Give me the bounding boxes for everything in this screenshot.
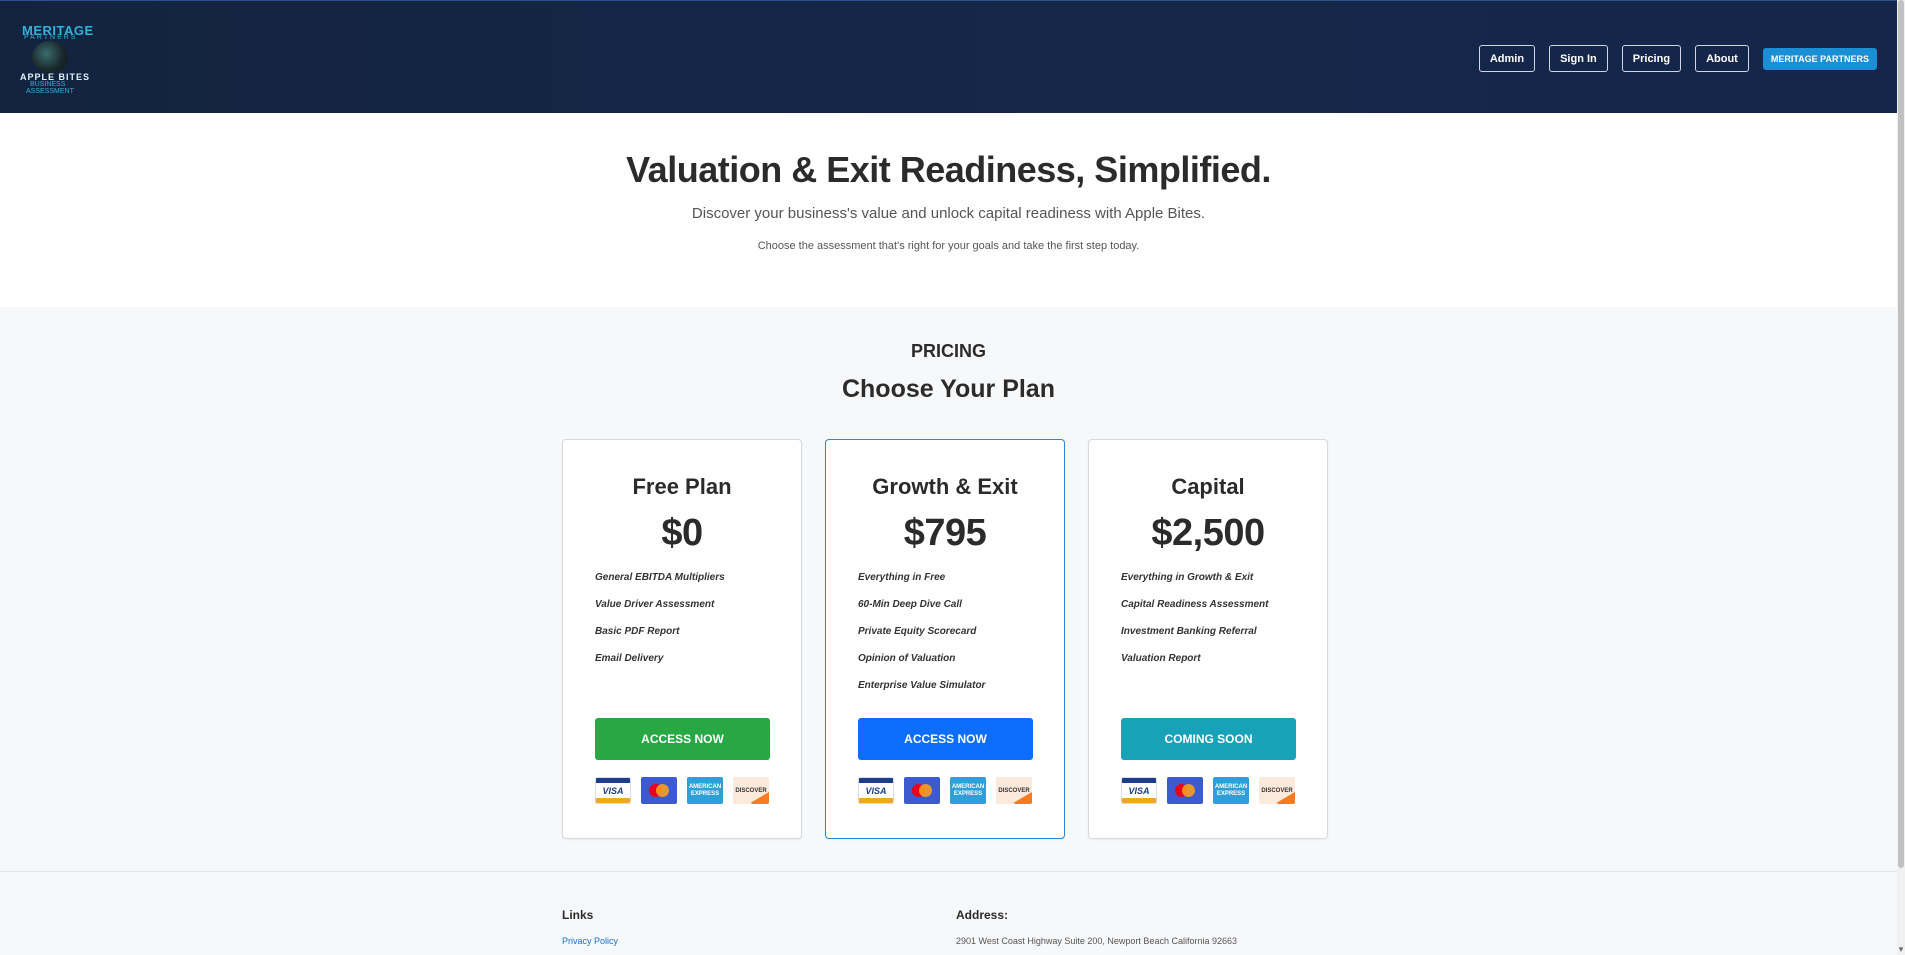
plan-features: Everything in Free 60-Min Deep Dive Call… [826,571,1064,706]
discover-icon: DISCOVER [1259,777,1295,804]
pricing-eyebrow: PRICING [910,341,986,361]
feature-item: Value Driver Assessment [595,599,715,610]
feature-item: Opinion of Valuation [858,653,956,664]
feature-item: Everything in Free [858,572,946,583]
mastercard-icon [641,777,677,804]
nav-pricing-button[interactable]: Pricing [1621,45,1682,72]
coming-soon-button-capital[interactable]: COMING SOON [1121,718,1296,760]
mastercard-icon [1167,777,1203,804]
amex-icon: AMERICAN EXPRESS [687,777,723,804]
plan-price: $795 [903,512,987,554]
feature-item: Valuation Report [1121,653,1201,664]
globe-icon [32,41,68,73]
meritage-partners-button[interactable]: MERITAGE PARTNERS [1762,47,1877,70]
nav-about-button[interactable]: About [1695,45,1749,72]
plan-name: Capital [1171,474,1245,499]
plan-price: $0 [661,512,703,554]
scroll-down-arrow-icon[interactable]: ▾ [1897,944,1905,955]
hero-section: Valuation & Exit Readiness, Simplified. … [0,113,1897,307]
pricing-heading: Choose Your Plan [841,375,1055,403]
nav-sign-in-button[interactable]: Sign In [1549,45,1608,72]
feature-item: General EBITDA Multipliers [595,572,725,583]
main-nav: Admin Sign In Pricing About MERITAGE PAR… [1478,45,1877,72]
access-now-button-free[interactable]: ACCESS NOW [595,718,770,760]
scrollbar-thumb[interactable] [1898,0,1904,868]
plan-features: Everything in Growth & Exit Capital Read… [1089,571,1327,679]
logo-text-partners: PARTNERS [24,34,78,41]
plan-cards: Free Plan $0 General EBITDA Multipliers … [562,439,1328,839]
plan-card-free: Free Plan $0 General EBITDA Multipliers … [562,439,802,839]
hero-title: Valuation & Exit Readiness, Simplified. [626,149,1271,190]
logo-text-business: BUSINESS [30,81,66,88]
footer-address: 2901 West Coast Highway Suite 200, Newpo… [956,936,1237,946]
visa-icon: VISA [595,777,631,804]
feature-item: Capital Readiness Assessment [1121,599,1269,610]
plan-features: General EBITDA Multipliers Value Driver … [563,571,801,679]
footer-address-heading: Address: [956,908,1009,922]
payment-icons: VISA AMERICAN EXPRESS DISCOVER [858,777,1032,804]
plan-card-capital: Capital $2,500 Everything in Growth & Ex… [1088,439,1328,839]
nav-admin-button[interactable]: Admin [1478,45,1536,72]
footer-address-column: Address: 2901 West Coast Highway Suite 2… [956,908,1237,946]
feature-item: Enterprise Value Simulator [858,680,986,691]
feature-item: Email Delivery [595,653,664,664]
apple-bites-logo[interactable]: MERITAGE PARTNERS APPLE BITES BUSINESS A… [18,21,93,97]
plan-name: Free Plan [632,474,732,499]
amex-icon: AMERICAN EXPRESS [1213,777,1249,804]
discover-icon: DISCOVER [733,777,769,804]
feature-item: Private Equity Scorecard [858,626,977,637]
visa-icon: VISA [858,777,894,804]
payment-icons: VISA AMERICAN EXPRESS DISCOVER [1121,777,1295,804]
plan-card-growth-exit: Growth & Exit $795 Everything in Free 60… [825,439,1065,839]
footer-links-column: Links Privacy Policy [562,908,618,946]
site-header: MERITAGE PARTNERS APPLE BITES BUSINESS A… [0,0,1897,113]
amex-icon: AMERICAN EXPRESS [950,777,986,804]
hero-subtitle: Discover your business's value and unloc… [691,205,1206,222]
logo-text-assessment: ASSESSMENT [26,88,74,95]
payment-icons: VISA AMERICAN EXPRESS DISCOVER [595,777,769,804]
feature-item: Basic PDF Report [595,626,680,637]
pricing-section: PRICING Choose Your Plan Free Plan $0 Ge… [0,307,1897,872]
hero-tagline: Choose the assessment that's right for y… [757,240,1140,252]
visa-icon: VISA [1121,777,1157,804]
page-scrollbar[interactable]: ▾ [1897,0,1905,955]
site-footer: Links Privacy Policy Address: 2901 West … [0,874,1897,955]
footer-links-heading: Links [562,908,594,922]
mastercard-icon [904,777,940,804]
feature-item: Everything in Growth & Exit [1121,572,1254,583]
privacy-policy-link[interactable]: Privacy Policy [562,936,618,946]
feature-item: 60-Min Deep Dive Call [858,599,962,610]
discover-icon: DISCOVER [996,777,1032,804]
plan-price: $2,500 [1151,512,1265,554]
access-now-button-growth[interactable]: ACCESS NOW [858,718,1033,760]
feature-item: Investment Banking Referral [1121,626,1257,637]
plan-name: Growth & Exit [872,474,1018,499]
